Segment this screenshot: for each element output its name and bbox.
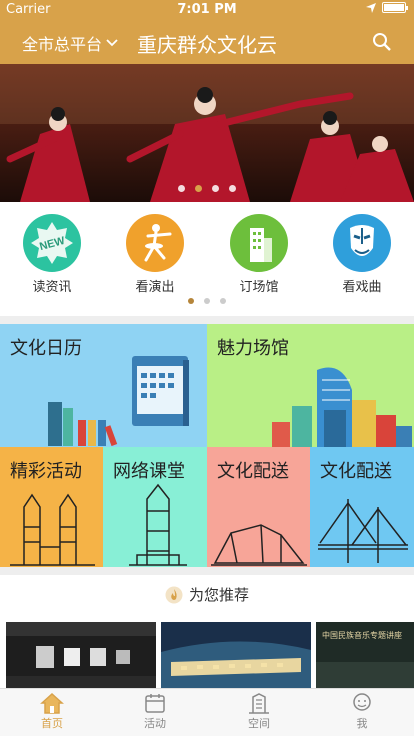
city-skyline-icon	[272, 367, 412, 447]
tab-home[interactable]: 首页	[22, 692, 82, 731]
tile-label: 魅力场馆	[217, 338, 289, 359]
tab-label: 我	[356, 717, 368, 730]
status-icons	[366, 2, 408, 13]
monument-tower-icon	[129, 483, 187, 566]
tile-label: 精彩活动	[10, 461, 82, 482]
status-bar: Carrier 7:01 PM	[0, 0, 414, 20]
poster-caption: 中国民族音乐专题讲座	[322, 631, 402, 640]
tile-culture-delivery-2[interactable]: 文化配送	[310, 447, 414, 567]
bridge-icon	[318, 499, 408, 563]
search-icon[interactable]	[372, 32, 392, 52]
page-indicator	[0, 298, 414, 304]
banner-image	[0, 64, 414, 202]
page-dot[interactable]	[220, 298, 226, 304]
ballet-dancer-icon	[126, 214, 184, 272]
tile-label: 文化配送	[217, 461, 289, 482]
section-divider	[0, 316, 414, 324]
quick-entry-opera[interactable]: 看戏曲	[327, 214, 397, 295]
clock: 7:01 PM	[177, 2, 237, 17]
quick-entry-label: 看戏曲	[342, 280, 382, 295]
gallery-photo	[6, 622, 156, 688]
carousel-dot[interactable]	[229, 185, 236, 192]
tile-culture-calendar[interactable]: 文化日历	[0, 324, 207, 447]
recommend-title: 为您推荐	[188, 586, 249, 604]
tile-label: 网络课堂	[113, 461, 185, 482]
tile-culture-delivery-1[interactable]: 文化配送	[207, 447, 310, 567]
calendar-book-icon	[48, 356, 189, 446]
quick-entry-label: 订场馆	[239, 280, 279, 295]
tile-activities[interactable]: 精彩活动	[0, 447, 103, 567]
recommend-header: 为您推荐	[0, 584, 414, 605]
banner-carousel[interactable]	[0, 64, 414, 202]
tab-label: 空间	[248, 717, 270, 730]
page-dot[interactable]	[204, 298, 210, 304]
quick-entry-venues[interactable]: 订场馆	[224, 214, 294, 295]
tile-label: 文化配送	[320, 461, 392, 482]
tab-bar: 首页 活动 空间 我	[0, 688, 414, 736]
quick-entry-news[interactable]: NEW 读资讯	[17, 214, 87, 295]
tab-activities[interactable]: 活动	[125, 692, 185, 731]
section-divider	[0, 567, 414, 575]
carousel-dot[interactable]	[195, 185, 202, 192]
new-badge-icon: NEW	[23, 214, 81, 272]
calendar-icon	[145, 694, 165, 713]
opera-mask-icon	[333, 214, 391, 272]
theater-building-icon	[211, 524, 307, 566]
battery-icon	[382, 2, 408, 13]
home-icon	[40, 692, 64, 714]
tile-online-class[interactable]: 网络课堂	[103, 447, 207, 567]
tile-charm-venue[interactable]: 魅力场馆	[207, 324, 414, 447]
location-arrow-icon	[366, 2, 376, 13]
twin-towers-icon	[10, 493, 95, 566]
building-icon	[230, 214, 288, 272]
top-nav: 全市总平台 重庆群众文化云	[0, 20, 414, 64]
tab-label: 首页	[41, 717, 63, 730]
banner-dots	[0, 185, 414, 192]
recommend-card[interactable]: 中国民族音乐专题讲座	[316, 622, 414, 688]
flame-icon	[165, 586, 183, 603]
tab-me[interactable]: 我	[332, 692, 392, 731]
tab-label: 活动	[144, 717, 166, 730]
quick-entry-row: NEW 读资讯 看演出 订场馆 看戏曲	[0, 202, 414, 316]
quick-entry-label: 看演出	[135, 280, 175, 295]
recommend-card[interactable]	[161, 622, 311, 688]
carousel-dot[interactable]	[178, 185, 185, 192]
recommend-card[interactable]	[6, 622, 156, 688]
quick-entry-label: 读资讯	[32, 280, 72, 295]
user-icon	[353, 693, 371, 711]
tab-space[interactable]: 空间	[229, 692, 289, 731]
page-dot[interactable]	[188, 298, 194, 304]
page-title: 重庆群众文化云	[137, 33, 277, 57]
quick-entry-shows[interactable]: 看演出	[120, 214, 190, 295]
building-photo	[161, 622, 311, 688]
carousel-dot[interactable]	[212, 185, 219, 192]
building-icon	[249, 693, 269, 714]
